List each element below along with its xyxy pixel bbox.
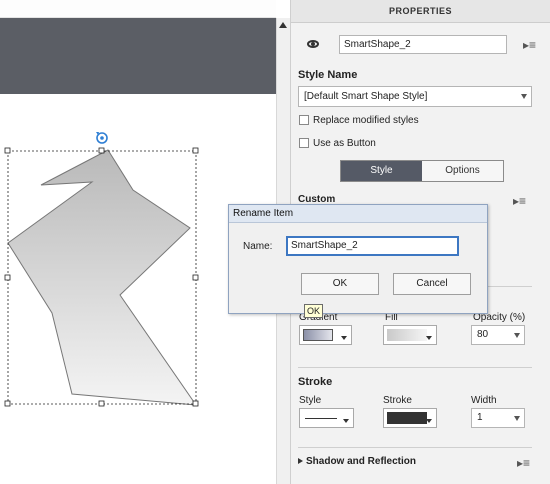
scroll-up-arrow-icon[interactable] — [279, 22, 287, 28]
style-name-value: [Default Smart Shape Style] — [304, 91, 428, 102]
handle-bottom-left[interactable] — [4, 400, 11, 407]
style-name-label: Style Name — [298, 69, 358, 81]
fill-swatch — [387, 329, 427, 341]
stroke-style-line — [305, 418, 337, 419]
stroke-width-value: 1 — [477, 412, 483, 423]
dropdown-caret-icon — [341, 336, 347, 340]
handle-top-middle[interactable] — [98, 147, 105, 154]
gradient-swatch — [303, 329, 333, 341]
dropdown-caret-icon — [426, 336, 432, 340]
stroke-color-label: Stroke — [383, 395, 412, 406]
name-label: Name: — [243, 241, 273, 252]
shadow-reflection-label[interactable]: Shadow and Reflection — [306, 456, 416, 467]
rename-name-input[interactable]: SmartShape_2 — [286, 236, 459, 256]
dropdown-caret-icon — [514, 416, 520, 421]
ok-tooltip: OK — [304, 304, 323, 318]
opacity-value: 80 — [477, 329, 489, 340]
replace-modified-checkbox[interactable] — [299, 115, 309, 125]
opacity-dropdown[interactable]: 80 — [471, 325, 525, 345]
dropdown-caret-icon — [514, 333, 520, 338]
handle-top-right[interactable] — [192, 147, 199, 154]
handle-top-left[interactable] — [4, 147, 11, 154]
panel-menu-icon[interactable]: ▸≡ — [523, 39, 537, 51]
ok-button[interactable]: OK — [301, 273, 379, 295]
shadow-divider — [298, 447, 532, 448]
fill-picker[interactable] — [383, 325, 437, 345]
stroke-width-label: Width — [471, 395, 497, 406]
shadow-menu-icon[interactable]: ▸≡ — [517, 457, 531, 469]
stroke-style-label: Style — [299, 395, 322, 406]
use-as-button-label: Use as Button — [313, 138, 376, 149]
handle-middle-left[interactable] — [4, 274, 11, 281]
stroke-width-dropdown[interactable]: 1 — [471, 408, 525, 428]
replace-modified-label: Replace modified styles — [313, 115, 419, 126]
handle-bottom-right[interactable] — [192, 400, 199, 407]
style-options-tabs: Style Options — [340, 160, 504, 182]
dropdown-caret-icon — [426, 419, 432, 423]
tab-style[interactable]: Style — [341, 161, 422, 181]
style-name-dropdown[interactable]: [Default Smart Shape Style] — [298, 86, 532, 107]
cancel-button[interactable]: Cancel — [393, 273, 471, 295]
dropdown-caret-icon — [343, 419, 349, 423]
dialog-title: Rename Item — [229, 205, 487, 223]
gradient-picker[interactable] — [299, 325, 352, 345]
rotate-handle-icon[interactable] — [96, 132, 108, 144]
handle-bottom-middle[interactable] — [98, 400, 105, 407]
item-name-field[interactable]: SmartShape_2 — [339, 35, 507, 54]
eye-icon[interactable] — [307, 40, 319, 48]
panel-header: PROPERTIES — [291, 0, 550, 23]
stroke-color-swatch — [387, 412, 427, 424]
stroke-style-picker[interactable] — [299, 408, 354, 428]
stroke-title: Stroke — [298, 376, 333, 388]
custom-menu-icon[interactable]: ▸≡ — [513, 195, 527, 207]
rename-item-dialog: Rename Item Name: SmartShape_2 OK Cancel — [228, 204, 488, 314]
stroke-color-picker[interactable] — [383, 408, 437, 428]
handle-middle-right[interactable] — [192, 274, 199, 281]
smart-shape[interactable] — [7, 149, 198, 406]
stroke-divider — [298, 367, 532, 368]
expand-arrow-icon[interactable] — [298, 458, 303, 464]
tab-options[interactable]: Options — [422, 161, 503, 181]
use-as-button-checkbox[interactable] — [299, 138, 309, 148]
dropdown-caret-icon — [521, 94, 527, 99]
